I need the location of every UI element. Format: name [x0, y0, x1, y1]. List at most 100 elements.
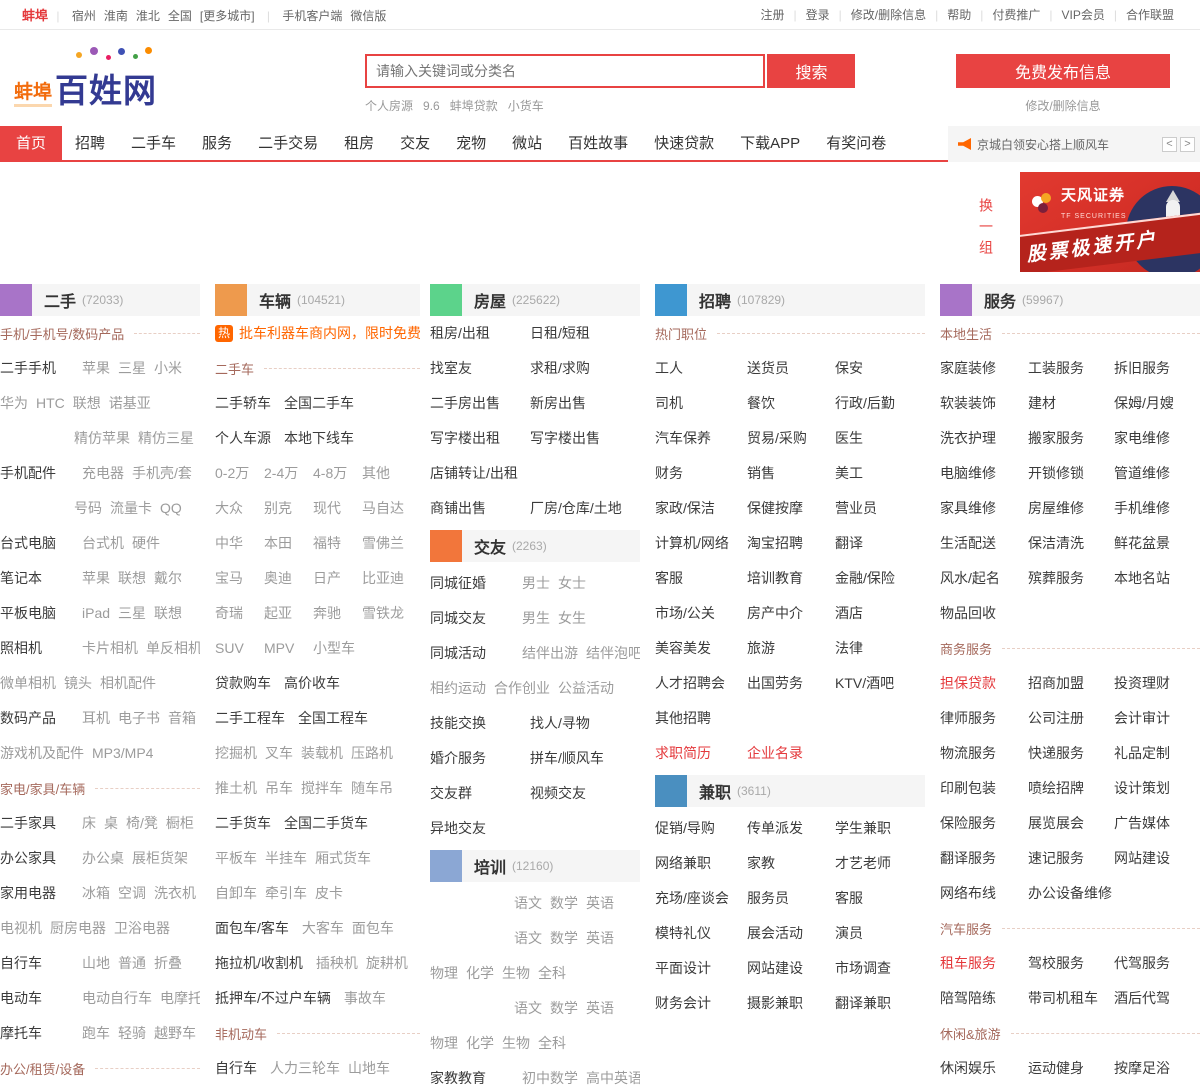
category-link[interactable]: 带司机租车 [1028, 981, 1114, 1016]
category-link[interactable]: 相约运动 [430, 680, 486, 696]
hot-search-link[interactable]: 9.6 [423, 99, 440, 113]
category-link[interactable]: 写字楼出租 [430, 421, 530, 456]
announcement-next-button[interactable]: > [1180, 136, 1195, 152]
category-link[interactable]: 其他招聘 [655, 701, 747, 736]
category-link[interactable]: 服务员 [747, 881, 835, 916]
category-link[interactable]: 结伴泡吧 [586, 645, 640, 661]
category-link[interactable]: 拖拉机/收割机 [215, 955, 303, 971]
city-link[interactable]: 全国 [168, 9, 192, 23]
category-link[interactable]: 才艺老师 [835, 846, 925, 881]
category-link[interactable]: 事故车 [344, 990, 386, 1006]
category-link[interactable]: 按摩足浴 [1114, 1051, 1200, 1085]
category-link[interactable]: 企业名录 [747, 736, 835, 771]
category-link[interactable]: 快递服务 [1028, 736, 1114, 771]
category-link[interactable]: 马自达 [362, 491, 420, 526]
category-link[interactable]: 保健按摩 [747, 491, 835, 526]
category-link[interactable]: 床 [82, 815, 96, 831]
category-link[interactable]: MPV [264, 631, 313, 666]
category-link[interactable]: 人才招聘会 [655, 666, 747, 701]
category-link[interactable]: 家教 [747, 846, 835, 881]
nav-item-0[interactable]: 首页 [0, 126, 63, 162]
category-link[interactable]: 餐饮 [747, 386, 835, 421]
category-link[interactable]: 数学 [550, 930, 578, 946]
hot-search-link[interactable]: 小货车 [508, 99, 544, 113]
category-link[interactable]: 雪铁龙 [362, 596, 420, 631]
category-label[interactable]: 电动车 [0, 981, 74, 1016]
category-link[interactable]: 雪佛兰 [362, 526, 420, 561]
category-link[interactable]: 跑车 [82, 1025, 110, 1041]
category-label[interactable]: 家教教育 [430, 1061, 514, 1085]
category-link[interactable]: 客服 [655, 561, 747, 596]
category-link[interactable]: 本地名站 [1114, 561, 1200, 596]
category-link[interactable]: 自行车 [215, 1060, 257, 1076]
subcolumn-title[interactable]: 培训 [474, 854, 506, 878]
category-link[interactable]: 人力三轮车 [270, 1060, 340, 1076]
category-link[interactable]: 贸易/采购 [747, 421, 835, 456]
category-link[interactable]: 摄影兼职 [747, 986, 835, 1021]
category-link[interactable]: 异地交友 [430, 811, 530, 846]
category-link[interactable]: 个人车源 [215, 430, 271, 446]
category-link[interactable]: 相机配件 [100, 675, 156, 691]
category-link[interactable]: 装载机 [301, 745, 343, 761]
category-link[interactable]: 家庭装修 [940, 351, 1028, 386]
category-link[interactable]: 号码 [74, 500, 102, 516]
category-label[interactable]: 自行车 [0, 946, 74, 981]
category-label[interactable]: 摩托车 [0, 1016, 74, 1051]
category-link[interactable]: 联想 [154, 605, 182, 621]
topbar-link[interactable]: 登录 [806, 8, 830, 22]
category-link[interactable]: 橱柜 [166, 815, 194, 831]
topbar-link[interactable]: 注册 [760, 8, 784, 22]
category-link[interactable]: 保洁清洗 [1028, 526, 1114, 561]
category-link[interactable]: 市场调查 [835, 951, 925, 986]
nav-item-10[interactable]: 快速贷款 [641, 126, 727, 162]
category-link[interactable]: 自卸车 [215, 885, 257, 901]
category-link[interactable]: 女士 [558, 575, 586, 591]
category-link[interactable]: 数学 [550, 1000, 578, 1016]
category-link[interactable]: 房屋维修 [1028, 491, 1114, 526]
category-link[interactable]: 诺基亚 [109, 395, 151, 411]
category-link[interactable]: 面包车 [352, 920, 394, 936]
category-link[interactable]: 微单相机 [0, 675, 56, 691]
category-link[interactable]: 叉车 [265, 745, 293, 761]
nav-item-5[interactable]: 租房 [331, 126, 387, 162]
category-link[interactable]: 商铺出售 [430, 491, 530, 526]
category-link[interactable]: 殡葬服务 [1028, 561, 1114, 596]
category-link[interactable]: 厢式货车 [315, 850, 371, 866]
category-link[interactable]: 搬家服务 [1028, 421, 1114, 456]
column-title[interactable]: 房屋 [474, 288, 506, 312]
category-link[interactable]: 传单派发 [747, 811, 835, 846]
column-title[interactable]: 车辆 [259, 288, 291, 312]
category-label[interactable]: 二手手机 [0, 351, 74, 386]
category-link[interactable]: 三星 [118, 605, 146, 621]
category-link[interactable]: 联想 [73, 395, 101, 411]
category-link[interactable]: 数学 [550, 895, 578, 911]
category-link[interactable]: 全国工程车 [298, 710, 368, 726]
category-link[interactable]: 驾校服务 [1028, 946, 1114, 981]
category-link[interactable]: 培训教育 [747, 561, 835, 596]
category-link[interactable]: 家具维修 [940, 491, 1028, 526]
category-link[interactable]: 汽车保养 [655, 421, 747, 456]
hot-search-link[interactable]: 个人房源 [365, 99, 413, 113]
topbar-link[interactable]: 修改/删除信息 [851, 8, 926, 22]
search-input[interactable] [365, 54, 765, 88]
category-link[interactable]: 单反相机 [146, 640, 200, 656]
category-link[interactable]: 展会活动 [747, 916, 835, 951]
category-link[interactable]: 洗衣护理 [940, 421, 1028, 456]
category-link[interactable]: 财务会计 [655, 986, 747, 1021]
category-link[interactable]: 租车服务 [940, 946, 1028, 981]
category-link[interactable]: 促销/导购 [655, 811, 747, 846]
category-link[interactable]: 新房出售 [530, 386, 640, 421]
category-link[interactable]: 司机 [655, 386, 747, 421]
category-link[interactable]: 牵引车 [265, 885, 307, 901]
category-link[interactable]: 家政/保洁 [655, 491, 747, 526]
category-link[interactable]: 房产中介 [747, 596, 835, 631]
category-link[interactable]: 工人 [655, 351, 747, 386]
nav-item-8[interactable]: 微站 [499, 126, 555, 162]
category-link[interactable]: 公司注册 [1028, 701, 1114, 736]
category-link[interactable]: 联想 [118, 570, 146, 586]
category-link[interactable]: 市场/公关 [655, 596, 747, 631]
modify-delete-link[interactable]: 修改/删除信息 [1025, 97, 1100, 114]
category-link[interactable]: 速记服务 [1028, 841, 1114, 876]
category-link[interactable]: 营业员 [835, 491, 925, 526]
category-link[interactable]: 插秧机 [316, 955, 358, 971]
